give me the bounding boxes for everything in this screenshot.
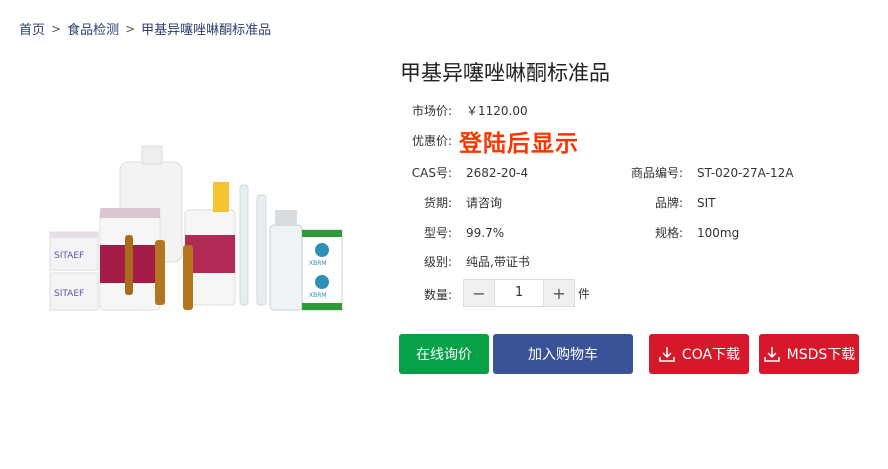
msds-download-button[interactable]: MSDS下载 bbox=[759, 334, 859, 374]
download-icon bbox=[763, 347, 780, 362]
discount-value: 登陆后显示 bbox=[459, 131, 579, 157]
cas-value: 2682-20-4 bbox=[466, 165, 529, 180]
brand-row: 品牌: SIT bbox=[628, 194, 716, 211]
breadcrumb-separator: > bbox=[125, 21, 136, 36]
add-to-cart-button[interactable]: 加入购物车 bbox=[493, 334, 633, 374]
download-icon bbox=[659, 347, 675, 362]
decrease-button[interactable]: − bbox=[464, 280, 494, 306]
add-to-cart-label: 加入购物车 bbox=[528, 347, 598, 363]
market-price-value: ￥1120.00 bbox=[466, 104, 528, 118]
qty-row: 数量: bbox=[400, 286, 452, 303]
breadcrumb-separator: > bbox=[51, 21, 62, 36]
grade-row: 级别: 纯品,带证书 bbox=[400, 253, 530, 270]
breadcrumb-category-link[interactable]: 食品检测 bbox=[67, 19, 119, 38]
box-brand: XBRM bbox=[309, 292, 327, 299]
cas-row: CAS号: 2682-20-4 bbox=[400, 164, 528, 181]
discount-row: 优惠价: bbox=[400, 132, 452, 149]
code-label: 商品编号: bbox=[630, 166, 683, 180]
spec-value: 100mg bbox=[697, 225, 740, 240]
period-label: 货期: bbox=[423, 196, 452, 210]
quantity-stepper: − 1 + bbox=[463, 279, 575, 307]
breadcrumb-home-link[interactable]: 首页 bbox=[19, 19, 45, 38]
market-price-row: 市场价: ￥1120.00 bbox=[400, 102, 528, 119]
product-image: SITAEF SITAEF XBRM XBRM bbox=[49, 145, 343, 311]
quantity-input[interactable]: 1 bbox=[494, 280, 544, 306]
cas-label: CAS号: bbox=[411, 166, 452, 180]
model-row: 型号: 99.7% bbox=[400, 224, 504, 241]
brand-label: 品牌: bbox=[654, 196, 683, 210]
increase-button[interactable]: + bbox=[544, 280, 574, 306]
grade-label: 级别: bbox=[423, 255, 452, 269]
market-price-label: 市场价: bbox=[411, 104, 452, 118]
qty-unit: 件 bbox=[578, 287, 591, 301]
brand-value: SIT bbox=[697, 195, 716, 210]
coa-label: COA下载 bbox=[681, 347, 741, 363]
discount-label: 优惠价: bbox=[411, 134, 452, 148]
period-value: 请咨询 bbox=[466, 196, 503, 210]
box-label: SITAEF bbox=[54, 289, 84, 299]
model-label: 型号: bbox=[423, 226, 452, 240]
inquiry-button[interactable]: 在线询价 bbox=[399, 334, 489, 374]
period-row: 货期: 请咨询 bbox=[400, 194, 502, 211]
spec-label: 规格: bbox=[654, 226, 683, 240]
product-title: 甲基异噻唑啉酮标准品 bbox=[400, 61, 610, 85]
breadcrumb: 首页 > 食品检测 > 甲基异噻唑啉酮标准品 bbox=[19, 19, 271, 39]
code-value: ST-020-27A-12A bbox=[697, 165, 794, 180]
inquiry-label: 在线询价 bbox=[416, 347, 472, 363]
breadcrumb-current-link[interactable]: 甲基异噻唑啉酮标准品 bbox=[141, 19, 271, 38]
spec-row: 规格: 100mg bbox=[628, 224, 739, 241]
grade-value: 纯品,带证书 bbox=[466, 255, 530, 269]
box-label: SITAEF bbox=[54, 251, 84, 261]
qty-label: 数量: bbox=[423, 288, 452, 302]
coa-download-button[interactable]: COA下载 bbox=[649, 334, 749, 374]
code-row: 商品编号: ST-020-27A-12A bbox=[628, 164, 793, 181]
model-value: 99.7% bbox=[466, 225, 505, 240]
box-brand: XBRM bbox=[309, 260, 327, 267]
msds-label: MSDS下载 bbox=[786, 347, 856, 363]
